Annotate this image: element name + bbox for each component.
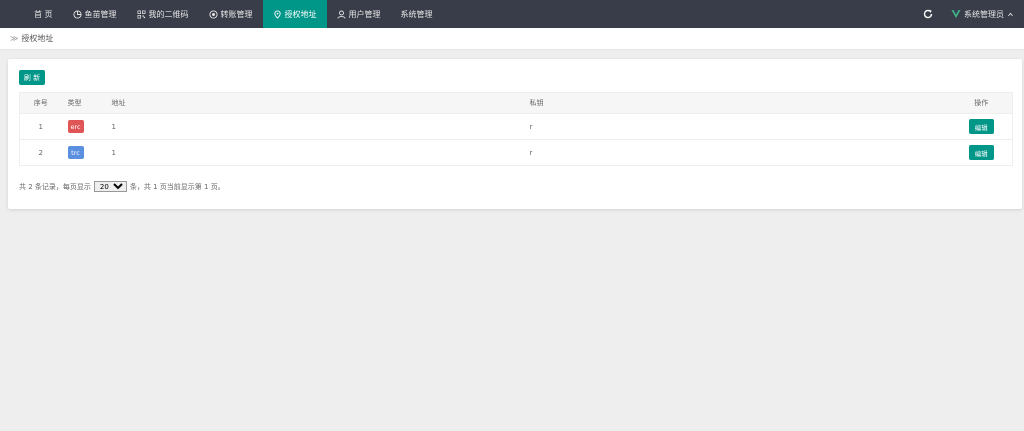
breadcrumb-arrow-icon: ≫ (10, 34, 19, 43)
chevron-up-icon (1008, 12, 1013, 16)
nav-item-label: 鱼苗管理 (84, 9, 117, 19)
nav-item-qrcode[interactable]: 我的二维码 (127, 0, 199, 28)
type-badge: erc (67, 120, 84, 133)
header-type: 类型 (61, 92, 106, 114)
page-size-select[interactable]: 20 (93, 181, 127, 192)
vue-logo-icon (951, 10, 961, 18)
nav-item-auth-address[interactable]: 授权地址 (262, 0, 327, 28)
header-address: 地址 (105, 92, 524, 114)
transfer-icon (208, 9, 218, 19)
cell-key: r (523, 139, 951, 166)
nav-item-label: 授权地址 (284, 9, 317, 19)
nav-item-system[interactable]: 系统管理 (391, 0, 443, 28)
cell-index: 1 (19, 113, 62, 140)
qrcode-icon (137, 10, 146, 19)
user-menu[interactable]: 系统管理员 (951, 9, 1014, 20)
header-key: 私钥 (523, 92, 951, 114)
user-icon (336, 10, 346, 19)
nav-item-users[interactable]: 用户管理 (327, 0, 391, 28)
cell-action: 编辑 (950, 113, 1013, 140)
nav-right: 系统管理员 (923, 0, 1024, 28)
chart-icon (72, 9, 82, 19)
nav-item-transfer[interactable]: 转账管理 (199, 0, 263, 28)
table-header-row: 序号 类型 地址 私钥 操作 (19, 92, 1013, 114)
nav-item-label: 转账管理 (220, 9, 253, 19)
cell-type: erc (61, 113, 106, 140)
pager-suffix: 条，共 1 页当前显示第 1 页。 (129, 182, 225, 191)
breadcrumb-current: 授权地址 (21, 34, 54, 43)
nav-item-fish[interactable]: 鱼苗管理 (63, 0, 127, 28)
content-card: 刷 新 序号 类型 地址 私钥 操作 1 erc 1 r 编辑 2 trc 1 (8, 59, 1022, 209)
nav-items: 首 页 鱼苗管理 我的二维码 转账管理 授权地址 用户管理 系统管理 (0, 0, 443, 28)
pager-prefix: 共 2 条记录，每页显示 (19, 182, 91, 191)
address-table: 序号 类型 地址 私钥 操作 1 erc 1 r 编辑 2 trc 1 r 编辑 (19, 92, 1013, 166)
cell-address: 1 (105, 113, 524, 140)
table-row: 1 erc 1 r 编辑 (19, 113, 1013, 140)
nav-item-home[interactable]: 首 页 (24, 0, 63, 28)
user-name: 系统管理员 (964, 9, 1004, 19)
nav-item-label: 我的二维码 (148, 9, 189, 19)
top-nav: 首 页 鱼苗管理 我的二维码 转账管理 授权地址 用户管理 系统管理 系统管理员 (0, 0, 1024, 28)
cell-key: r (523, 113, 951, 140)
cell-type: trc (61, 139, 106, 166)
edit-button[interactable]: 编辑 (968, 145, 994, 160)
header-index: 序号 (19, 92, 62, 114)
cell-address: 1 (105, 139, 524, 166)
pagination: 共 2 条记录，每页显示 20 条，共 1 页当前显示第 1 页。 (19, 181, 225, 192)
nav-item-label: 系统管理 (400, 9, 433, 19)
header-action: 操作 (950, 92, 1013, 114)
type-badge: trc (67, 146, 84, 159)
cell-index: 2 (19, 139, 62, 166)
location-icon (273, 10, 282, 19)
refresh-button[interactable]: 刷 新 (19, 70, 45, 85)
breadcrumb: ≫ 授权地址 (0, 28, 1024, 50)
edit-button[interactable]: 编辑 (968, 119, 994, 134)
table-row: 2 trc 1 r 编辑 (19, 139, 1013, 166)
refresh-icon[interactable] (923, 9, 933, 19)
cell-action: 编辑 (950, 139, 1013, 166)
nav-item-label: 首 页 (34, 9, 53, 19)
nav-item-label: 用户管理 (348, 9, 381, 19)
